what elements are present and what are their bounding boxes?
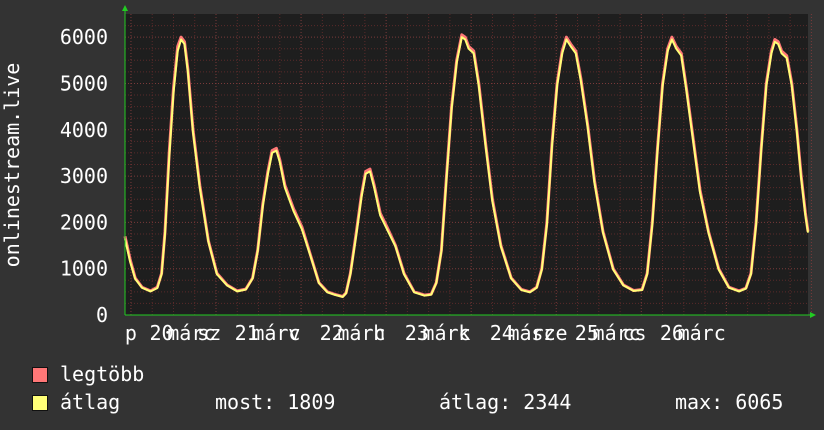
x-tick-label: sze (531, 321, 567, 345)
x-tick-label: sz (197, 321, 221, 345)
stat-avg: átlag: 2344 (439, 390, 572, 414)
y-tick-label: 1000 (60, 257, 108, 281)
y-tick-label: 5000 (60, 71, 108, 95)
chart-container: 0 1000 2000 3000 4000 5000 6000 p 20 márc sz 21 már… (0, 0, 824, 430)
x-axis-arrow-icon (810, 312, 816, 318)
x-tick-label: cs (622, 321, 646, 345)
y-tick-label: 0 (96, 303, 108, 327)
x-tick-label: h (373, 321, 385, 345)
x-tick-label: márc (678, 321, 726, 345)
y-axis-label: onlinestream.live (0, 63, 24, 268)
y-tick-label: 3000 (60, 164, 108, 188)
legend-swatch-max (32, 367, 48, 383)
y-tick-label: 6000 (60, 25, 108, 49)
legend-swatch-avg (32, 395, 48, 411)
x-tick-label: p (125, 321, 137, 345)
y-tick-label: 2000 (60, 210, 108, 234)
y-tick-label: 4000 (60, 118, 108, 142)
stat-max: max: 6065 (675, 390, 784, 414)
y-axis-arrow-icon (122, 5, 128, 11)
x-tick-label: k (458, 321, 470, 345)
legend-label-max: legtöbb (60, 362, 145, 386)
x-tick-label: v (288, 321, 300, 345)
y-axis: 0 1000 2000 3000 4000 5000 6000 (60, 25, 108, 327)
stat-now: most: 1809 (215, 390, 336, 414)
legend-label-avg: átlag (60, 390, 121, 414)
x-axis: p 20márcsz 21márcv 22márch 23márck 24márcsze 2… (125, 321, 726, 345)
